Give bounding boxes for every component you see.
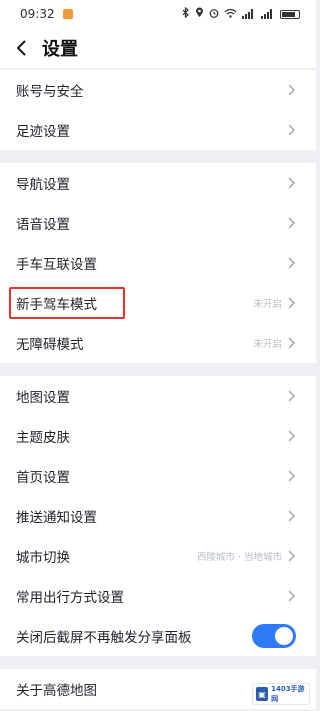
chevron-right-icon bbox=[288, 84, 296, 96]
settings-item-city[interactable]: 城市切换 西陵城市 · 当地城市 bbox=[0, 536, 316, 576]
chevron-right-icon bbox=[288, 590, 296, 602]
settings-item-label: 导航设置 bbox=[16, 177, 70, 193]
settings-item-label: 手车互联设置 bbox=[16, 257, 97, 273]
settings-item-label: 语音设置 bbox=[16, 217, 70, 233]
watermark-text: 1403手游网 bbox=[271, 685, 305, 703]
location-icon bbox=[195, 7, 204, 21]
settings-item-label: 足迹设置 bbox=[16, 124, 70, 140]
status-text: 未开启 bbox=[253, 299, 282, 310]
status-text: 未开启 bbox=[253, 339, 282, 350]
settings-group-display: 地图设置 主题皮肤 首页设置 推送通知设置 城市切换 西陵城市 · 当地城市 常… bbox=[0, 376, 316, 656]
settings-item-label: 无障碍模式 bbox=[16, 337, 84, 353]
signal-icon bbox=[242, 9, 256, 19]
settings-item-screenshot-share: 关闭后截屏不再触发分享面板 bbox=[0, 616, 316, 656]
status-time: 09:32 bbox=[20, 7, 55, 21]
bluetooth-icon bbox=[182, 6, 190, 21]
settings-item-footprint[interactable]: 足迹设置 bbox=[0, 110, 316, 150]
chevron-left-icon bbox=[17, 40, 26, 56]
chevron-right-icon bbox=[288, 257, 296, 269]
settings-item-novice-driving[interactable]: 新手驾车模式 未开启 bbox=[0, 283, 316, 323]
settings-item-account-security[interactable]: 账号与安全 bbox=[0, 70, 316, 110]
settings-item-label: 首页设置 bbox=[16, 470, 70, 486]
status-text: 西陵城市 · 当地城市 bbox=[196, 552, 282, 563]
chevron-right-icon bbox=[288, 217, 296, 229]
chevron-right-icon bbox=[288, 430, 296, 442]
page-title: 设置 bbox=[42, 39, 78, 60]
settings-item-car-connect[interactable]: 手车互联设置 bbox=[0, 243, 316, 283]
settings-item-map[interactable]: 地图设置 bbox=[0, 376, 316, 416]
settings-item-label: 新手驾车模式 bbox=[16, 297, 97, 313]
screenshot-share-toggle[interactable] bbox=[252, 624, 296, 648]
notification-icon bbox=[62, 9, 73, 19]
status-bar: 09:32 bbox=[0, 0, 316, 28]
chevron-right-icon bbox=[288, 177, 296, 189]
settings-item-navigation[interactable]: 导航设置 bbox=[0, 163, 316, 203]
chevron-right-icon bbox=[288, 337, 296, 349]
wifi-icon bbox=[224, 8, 237, 21]
alarm-icon bbox=[209, 8, 219, 21]
watermark-mark-icon: ▣ bbox=[256, 687, 269, 701]
battery-icon bbox=[280, 9, 300, 19]
chevron-right-icon bbox=[288, 510, 296, 522]
settings-group-account: 账号与安全 足迹设置 bbox=[0, 70, 316, 150]
settings-item-label: 主题皮肤 bbox=[16, 430, 70, 446]
chevron-right-icon bbox=[288, 550, 296, 562]
settings-item-voice[interactable]: 语音设置 bbox=[0, 203, 316, 243]
settings-item-travel-mode[interactable]: 常用出行方式设置 bbox=[0, 576, 316, 616]
chevron-right-icon bbox=[288, 124, 296, 136]
chevron-right-icon bbox=[288, 390, 296, 402]
settings-group-navigation: 导航设置 语音设置 手车互联设置 新手驾车模式 未开启 无障碍模式 未开启 bbox=[0, 163, 316, 363]
back-button[interactable] bbox=[14, 38, 28, 58]
signal-icon-2 bbox=[261, 9, 275, 19]
settings-item-theme[interactable]: 主题皮肤 bbox=[0, 416, 316, 456]
settings-item-label: 城市切换 bbox=[16, 550, 70, 566]
settings-item-label: 关于高德地图 bbox=[16, 683, 97, 699]
chevron-right-icon bbox=[288, 297, 296, 309]
settings-item-accessibility[interactable]: 无障碍模式 未开启 bbox=[0, 323, 316, 363]
watermark-logo: ▣ 1403手游网 bbox=[252, 683, 310, 705]
settings-item-push[interactable]: 推送通知设置 bbox=[0, 496, 316, 536]
settings-item-label: 账号与安全 bbox=[16, 84, 84, 100]
settings-item-label: 常用出行方式设置 bbox=[16, 590, 124, 606]
settings-item-label: 推送通知设置 bbox=[16, 510, 97, 526]
settings-item-label: 关闭后截屏不再触发分享面板 bbox=[16, 630, 192, 646]
settings-item-label: 地图设置 bbox=[16, 390, 70, 406]
settings-item-home[interactable]: 首页设置 bbox=[0, 456, 316, 496]
chevron-right-icon bbox=[288, 470, 296, 482]
page-header: 设置 bbox=[0, 28, 316, 68]
